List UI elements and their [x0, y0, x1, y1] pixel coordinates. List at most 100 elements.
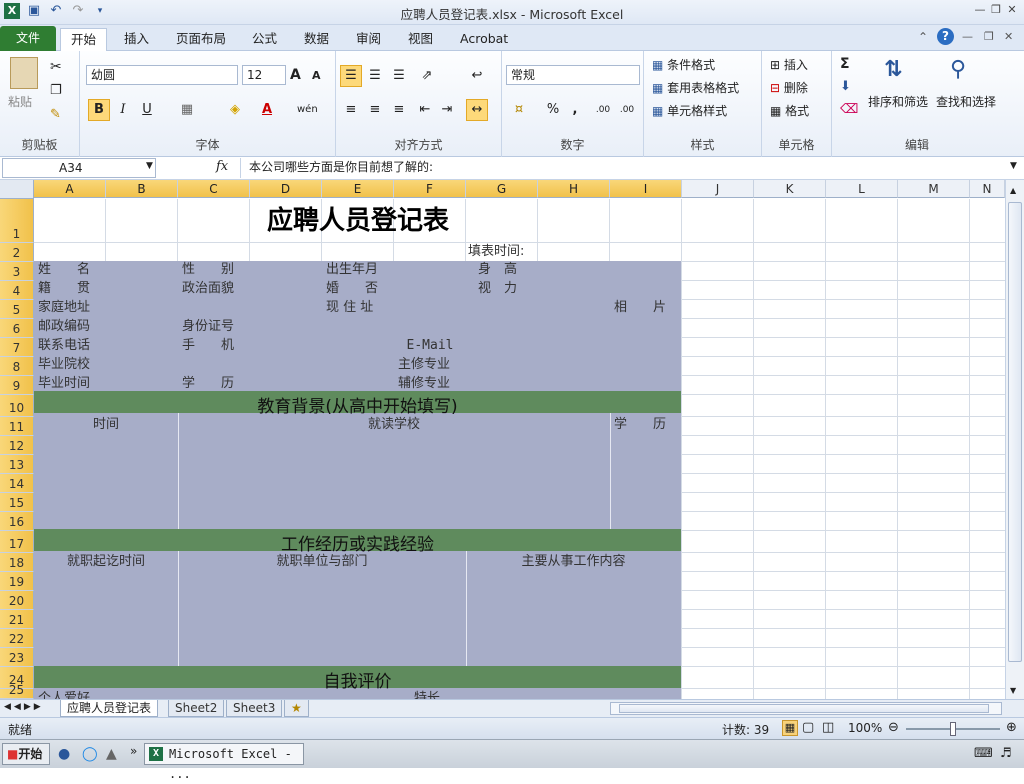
- column-header-a[interactable]: A: [34, 180, 106, 198]
- number-format-dropdown[interactable]: 常规: [506, 65, 640, 85]
- name-box-dropdown-icon[interactable]: ▼: [146, 161, 153, 171]
- label-height[interactable]: 身 高: [478, 261, 546, 278]
- column-header-l[interactable]: L: [826, 180, 898, 198]
- label-name[interactable]: 姓 名: [38, 261, 106, 278]
- font-size-dropdown[interactable]: 12: [242, 65, 286, 85]
- row-header-3[interactable]: 3: [0, 262, 34, 281]
- column-header-f[interactable]: F: [394, 180, 466, 198]
- tab-formulas[interactable]: 公式: [242, 28, 287, 51]
- work-header[interactable]: 工作经历或实践经验: [34, 530, 681, 555]
- row-header-20[interactable]: 20: [0, 591, 34, 610]
- underline-button[interactable]: U: [136, 99, 158, 121]
- help-icon[interactable]: ?: [937, 28, 954, 45]
- sheet-tab-2[interactable]: Sheet2: [168, 700, 225, 717]
- start-button[interactable]: ■开始: [2, 743, 50, 765]
- tab-insert[interactable]: 插入: [114, 28, 159, 51]
- column-header-j[interactable]: J: [682, 180, 754, 198]
- phonetic-icon[interactable]: wén: [296, 99, 318, 121]
- fill-icon[interactable]: ⬇: [840, 79, 851, 94]
- label-strength[interactable]: 特长: [414, 690, 466, 699]
- tab-home[interactable]: 开始: [60, 28, 108, 51]
- tray-keyboard-icon[interactable]: ⌨: [974, 746, 993, 761]
- percent-button[interactable]: %: [542, 99, 564, 121]
- label-photo[interactable]: 相 片: [614, 299, 680, 316]
- label-phone[interactable]: 联系电话: [38, 337, 106, 354]
- italic-button[interactable]: I: [112, 99, 134, 121]
- insert-function-icon[interactable]: fx: [216, 159, 228, 174]
- tab-review[interactable]: 审阅: [346, 28, 391, 51]
- row-header-1[interactable]: 1: [0, 199, 34, 243]
- tray-volume-icon[interactable]: ♬: [1000, 746, 1012, 761]
- self-eval-header[interactable]: 自我评价: [34, 667, 681, 692]
- comma-button[interactable]: ,: [564, 99, 586, 121]
- label-address[interactable]: 家庭地址: [38, 299, 106, 316]
- tab-page-layout[interactable]: 页面布局: [166, 28, 236, 51]
- fill-time-label[interactable]: 填表时间:: [468, 243, 608, 260]
- row-header-4[interactable]: 4: [0, 281, 34, 300]
- zoom-out-icon[interactable]: ⊖: [888, 720, 899, 735]
- sheet-title[interactable]: 应聘人员登记表: [250, 203, 466, 239]
- align-right-icon[interactable]: ≡: [388, 99, 410, 121]
- restore-icon[interactable]: ❐: [988, 3, 1004, 17]
- column-header-k[interactable]: K: [754, 180, 826, 198]
- paste-icon[interactable]: [10, 57, 38, 89]
- column-header-n[interactable]: N: [970, 180, 1005, 198]
- expand-formula-bar-icon[interactable]: ▼: [1010, 161, 1017, 171]
- decrease-indent-icon[interactable]: ⇤: [414, 99, 436, 121]
- label-vision[interactable]: 视 力: [478, 280, 546, 297]
- ie-icon[interactable]: ◯: [82, 746, 98, 762]
- zoom-level[interactable]: 100%: [848, 721, 882, 735]
- label-id-card[interactable]: 身份证号: [182, 318, 250, 335]
- column-header-i[interactable]: I: [610, 180, 682, 198]
- label-birth[interactable]: 出生年月: [326, 261, 394, 278]
- sheet-nav-icon[interactable]: ◀◀▶▶: [4, 702, 44, 712]
- grow-font-icon[interactable]: A: [290, 67, 301, 83]
- column-header-m[interactable]: M: [898, 180, 970, 198]
- bold-button[interactable]: B: [88, 99, 110, 121]
- work-time-header[interactable]: 就职起讫时间: [34, 553, 178, 570]
- workbook-minimize-icon[interactable]: —: [962, 30, 973, 43]
- row-header-16[interactable]: 16: [0, 512, 34, 531]
- row-header-8[interactable]: 8: [0, 357, 34, 376]
- align-left-icon[interactable]: ≡: [340, 99, 362, 121]
- label-origin[interactable]: 籍 贯: [38, 280, 106, 297]
- format-painter-icon[interactable]: ✎: [50, 107, 61, 122]
- sheet-tab-1[interactable]: 应聘人员登记表: [60, 700, 159, 717]
- wrap-text-icon[interactable]: ↩: [466, 65, 488, 87]
- collapse-ribbon-icon[interactable]: ⌃: [918, 30, 928, 44]
- label-email[interactable]: E-Mail: [394, 337, 466, 354]
- row-header-13[interactable]: 13: [0, 455, 34, 474]
- label-degree[interactable]: 学 历: [182, 375, 250, 392]
- row-header-25[interactable]: 25: [0, 683, 34, 699]
- insert-cells-button[interactable]: ⊞ 插入: [770, 56, 808, 73]
- align-top-icon[interactable]: ☰: [340, 65, 362, 87]
- accounting-format-icon[interactable]: ¤: [508, 99, 530, 121]
- align-center-icon[interactable]: ≡: [364, 99, 386, 121]
- edu-time-header[interactable]: 时间: [34, 416, 178, 433]
- column-header-g[interactable]: G: [466, 180, 538, 198]
- format-cells-button[interactable]: ▦ 格式: [770, 102, 809, 119]
- workbook-close-icon[interactable]: ✕: [1004, 30, 1013, 43]
- label-politics[interactable]: 政治面貌: [182, 280, 250, 297]
- autosum-icon[interactable]: Σ: [840, 56, 850, 72]
- vertical-scrollbar[interactable]: ▲ ▼: [1005, 180, 1024, 699]
- label-minor[interactable]: 辅修专业: [398, 375, 466, 392]
- label-postcode[interactable]: 邮政编码: [38, 318, 106, 335]
- row-header-23[interactable]: 23: [0, 648, 34, 667]
- label-marital[interactable]: 婚 否: [326, 280, 394, 297]
- page-layout-view-icon[interactable]: ▢: [802, 720, 814, 735]
- align-bottom-icon[interactable]: ☰: [388, 65, 410, 87]
- label-grad-time[interactable]: 毕业时间: [38, 375, 106, 392]
- select-all-corner[interactable]: [0, 180, 34, 199]
- edu-degree-header[interactable]: 学 历: [614, 416, 680, 433]
- cell-styles-button[interactable]: ▦ 单元格样式: [652, 102, 727, 119]
- education-header[interactable]: 教育背景(从高中开始填写): [34, 392, 681, 417]
- horizontal-scroll-thumb[interactable]: [619, 704, 989, 713]
- scroll-up-icon[interactable]: ▲: [1010, 186, 1016, 195]
- column-header-e[interactable]: E: [322, 180, 394, 198]
- workbook-restore-icon[interactable]: ❐: [984, 30, 994, 43]
- minimize-icon[interactable]: —: [972, 3, 988, 17]
- row-header-7[interactable]: 7: [0, 338, 34, 357]
- taskbar-excel-button[interactable]: X Microsoft Excel - ...: [144, 743, 304, 781]
- new-sheet-icon[interactable]: ★: [284, 700, 309, 717]
